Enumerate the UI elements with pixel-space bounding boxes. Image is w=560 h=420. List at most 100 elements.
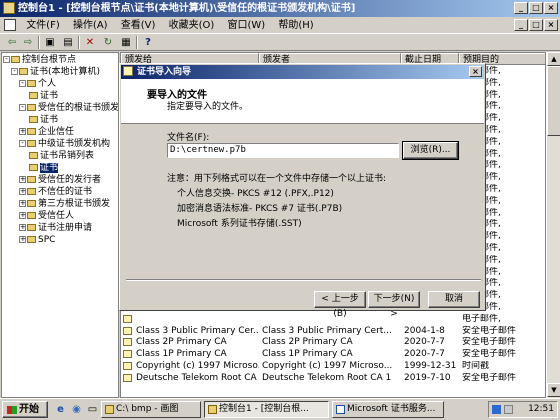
scroll-down-icon[interactable]: ▼ (547, 383, 560, 397)
cell-purpose: 安全电子邮件 (462, 372, 517, 383)
internet-explorer-icon[interactable]: e (54, 403, 67, 416)
scroll-up-icon[interactable]: ▲ (547, 52, 560, 66)
tree-node-label: 企业信任 (38, 127, 75, 137)
expand-icon[interactable]: + (19, 188, 26, 195)
folder-icon (27, 188, 36, 195)
menu-window[interactable]: 窗口(W) (223, 17, 271, 34)
collapse-icon[interactable]: - (3, 56, 10, 63)
minimize-button[interactable]: _ (514, 2, 528, 14)
tree-node[interactable]: - 受信任的根证书颁发机构 (19, 103, 118, 114)
clock[interactable]: 12:51 (528, 404, 554, 414)
table-row[interactable]: Deutsche Telekom Root CA 1 Deutsche Telek… (121, 372, 545, 384)
tree-node[interactable]: + 证书注册申请 (19, 223, 92, 234)
tree-node[interactable]: - 控制台根节点 (3, 55, 76, 66)
up-level-icon[interactable]: ▣ (42, 36, 58, 49)
expand-icon[interactable]: + (19, 200, 26, 207)
expand-icon[interactable]: + (19, 236, 26, 243)
tree-node[interactable]: + SPC (19, 235, 55, 246)
menu-file[interactable]: 文件(F) (21, 17, 65, 34)
forward-icon[interactable]: ⇨ (20, 36, 36, 49)
certificate-import-wizard: 证书导入向导 × 要导入的文件 指定要导入的文件。 文件名(F): D:\cer… (119, 63, 486, 319)
tree-node-label: 不信任的证书 (38, 187, 93, 197)
cell-purpose: 安全电子邮件 (462, 325, 517, 336)
folder-icon (27, 128, 36, 135)
network-icon[interactable] (492, 405, 501, 414)
cell-expires: 2004-1-8 (404, 325, 445, 336)
menu-favorites[interactable]: 收藏夹(O) (164, 17, 220, 34)
document-icon[interactable] (4, 19, 16, 31)
next-button[interactable]: 下一步(N) > (368, 291, 420, 319)
expand-icon[interactable]: + (19, 224, 26, 231)
console-tree[interactable]: -控制台根节点-证书(本地计算机)-个人证书-受信任的根证书颁发机构证书+企业信… (1, 52, 119, 398)
tree-node[interactable]: 证书吊销列表 (29, 151, 94, 162)
tree-node[interactable]: 证书 (29, 163, 59, 174)
tree-node[interactable]: - 个人 (19, 79, 56, 90)
title-bar[interactable]: 控制台1 - [控制台根节点\证书(本地计算机)\受信任的根证书颁发机构\证书] (0, 0, 560, 17)
folder-icon (27, 212, 36, 219)
task-label: C:\ bmp - 画图 (116, 404, 179, 414)
table-row[interactable]: Copyright (c) 1997 Microso... Copyright (… (121, 361, 545, 372)
table-row[interactable]: Class 2P Primary CA Class 2P Primary CA 20… (121, 337, 545, 348)
menu-view[interactable]: 查看(V) (116, 17, 161, 34)
help-icon[interactable]: ? (140, 36, 156, 49)
menu-help[interactable]: 帮助(H) (273, 17, 318, 34)
collapse-icon[interactable]: - (11, 68, 18, 75)
console-icon (3, 2, 15, 14)
expand-icon[interactable]: + (19, 128, 26, 135)
back-button[interactable]: < 上一步(B) (314, 291, 366, 319)
folder-icon (29, 164, 38, 171)
dialog-title-bar[interactable]: 证书导入向导 (121, 65, 484, 79)
menu-action[interactable]: 操作(A) (68, 17, 113, 34)
maximize-button[interactable]: □ (529, 2, 543, 14)
cell-issued-to: Class 1P Primary CA (136, 349, 227, 360)
tree-node[interactable]: + 企业信任 (19, 127, 74, 138)
tree-node[interactable]: + 受信任的发行者 (19, 175, 101, 186)
tree-node[interactable]: + 第三方根证书颁发 (19, 199, 110, 210)
show-hide-tree-icon[interactable]: ▤ (60, 36, 76, 49)
task-label: 控制台1 - [控制台根... (219, 404, 309, 414)
expand-icon[interactable]: + (19, 212, 26, 219)
task-console[interactable]: 控制台1 - [控制台根... (204, 401, 329, 418)
child-minimize-button[interactable]: _ (514, 19, 528, 31)
cell-expires: 2020-7-7 (404, 349, 445, 360)
table-row[interactable]: Class 3 Public Primary Cer... Class 3 Pub… (121, 325, 545, 337)
tree-node[interactable]: 证书 (29, 91, 58, 102)
task-paint[interactable]: C:\ bmp - 画图 (101, 401, 201, 418)
table-row[interactable]: Class 1P Primary CA Class 1P Primary CA 20… (121, 349, 545, 360)
export-list-icon[interactable]: ▦ (118, 36, 134, 49)
child-close-button[interactable]: × (544, 19, 558, 31)
outlook-express-icon[interactable]: ◉ (70, 403, 83, 416)
back-icon[interactable]: ⇦ (4, 36, 20, 49)
show-desktop-icon[interactable]: ▭ (86, 403, 99, 416)
delete-icon[interactable]: ✕ (82, 36, 98, 49)
expand-icon[interactable]: + (19, 176, 26, 183)
folder-icon (29, 116, 38, 123)
collapse-icon[interactable]: - (19, 140, 26, 147)
browse-button[interactable]: 浏览(R)... (402, 141, 459, 160)
volume-icon[interactable] (504, 405, 513, 414)
file-name-input[interactable]: D:\certnew.p7b (167, 143, 399, 158)
close-button[interactable]: × (544, 2, 558, 14)
cell-purpose: 电子邮件, (462, 313, 501, 324)
cell-expires: 2019-7-10 (404, 372, 451, 383)
vertical-scrollbar[interactable]: ▲ ▼ (546, 52, 560, 398)
paint-icon (105, 405, 114, 414)
tree-node[interactable]: 证书 (29, 115, 58, 126)
child-restore-button[interactable]: □ (529, 19, 543, 31)
task-cert-services[interactable]: Microsoft 证书服务... (332, 401, 444, 418)
tree-node-label: 第三方根证书颁发 (38, 199, 111, 209)
tree-node[interactable]: + 不信任的证书 (19, 187, 92, 198)
cancel-button[interactable]: 取消 (428, 291, 480, 308)
tree-node-label: 证书 (40, 91, 59, 101)
refresh-icon[interactable]: ↻ (100, 36, 116, 49)
folder-icon (29, 152, 38, 159)
toolbar-separator (136, 36, 138, 49)
tree-node[interactable]: - 中级证书颁发机构 (19, 139, 110, 150)
collapse-icon[interactable]: - (19, 80, 26, 87)
tree-node[interactable]: + 受信任人 (19, 211, 74, 222)
collapse-icon[interactable]: - (19, 104, 26, 111)
tree-node[interactable]: - 证书(本地计算机) (11, 67, 100, 78)
dialog-close-button[interactable]: × (469, 66, 482, 77)
scroll-thumb[interactable] (547, 66, 560, 136)
start-button[interactable]: 开始 (2, 401, 48, 418)
